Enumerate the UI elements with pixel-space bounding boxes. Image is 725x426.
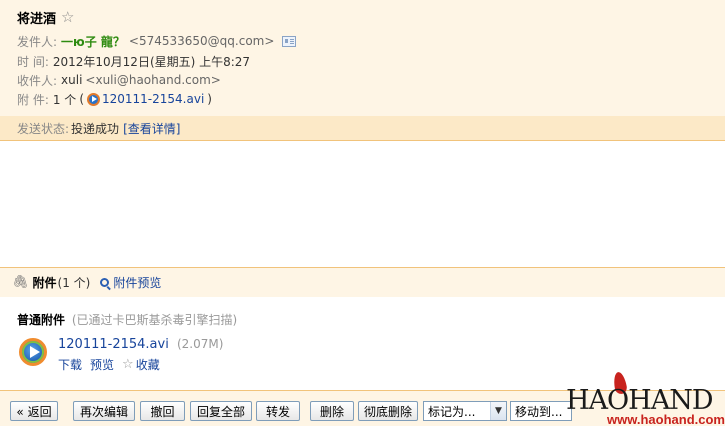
attachment-title: 附件: [32, 276, 57, 290]
section-scan-note: (已通过卡巴斯基杀毒引擎扫描): [71, 313, 238, 327]
status-label: 发送状态:: [17, 121, 70, 136]
reply-all-button[interactable]: 回复全部: [190, 401, 252, 421]
sender-email: <574533650@qq.com>: [128, 34, 275, 48]
paren-close: ): [207, 92, 212, 106]
sender-row: 发件人: 一ю子 龍？ <574533650@qq.com>: [17, 33, 297, 50]
time-row: 时 间: 2012年10月12日(星期五) 上午8:27: [17, 53, 250, 69]
mark-as-value: 标记为...: [428, 404, 476, 419]
file-actions: 下载 预览 ☆ 收藏: [58, 356, 168, 373]
recipient-email: <xuli@haohand.com>: [85, 73, 221, 87]
status-value: 投递成功: [71, 121, 120, 136]
back-button[interactable]: « 返回: [10, 401, 58, 421]
subject-row: 将进酒 ☆: [17, 8, 74, 27]
attachment-panel-body: 普通附件 (已通过卡巴斯基杀毒引擎扫描) 120111-2154.avi (2.…: [0, 297, 725, 390]
mail-header: 将进酒 ☆ 发件人: 一ю子 龍？ <574533650@qq.com> 时 间…: [0, 0, 725, 141]
move-to-select[interactable]: 移动到...: [510, 401, 572, 421]
time-value: 2012年10月12日(星期五) 上午8:27: [52, 54, 251, 69]
mark-as-select[interactable]: 标记为... ▼: [423, 401, 507, 421]
paperclip-icon: 🖇: [12, 275, 29, 290]
attachment-row: 附 件: 1 个 ( 120111-2154.avi ): [17, 91, 215, 107]
mail-subject: 将进酒: [17, 11, 57, 27]
time-label: 时 间:: [17, 54, 49, 69]
contact-card-icon[interactable]: [282, 35, 297, 47]
attachment-count: 1 个: [52, 92, 77, 107]
recipient-name: xuli: [61, 73, 83, 87]
reedit-button[interactable]: 再次编辑: [73, 401, 135, 421]
mail-toolbar: « 返回 再次编辑 撤回 回复全部 转发 删除 彻底删除 标记为... ▼ 移动…: [0, 390, 725, 426]
attachment-panel-header: 🖇 附件 (1 个) 附件预览: [0, 267, 725, 297]
file-name-link[interactable]: 120111-2154.avi: [58, 337, 169, 352]
forward-button[interactable]: 转发: [256, 401, 300, 421]
delete-button[interactable]: 删除: [310, 401, 354, 421]
attachment-title-count: (1 个): [57, 276, 91, 290]
delete-permanent-button[interactable]: 彻底删除: [358, 401, 418, 421]
delivery-status-bar: 发送状态: 投递成功 [查看详情]: [0, 116, 725, 140]
download-link[interactable]: 下载: [58, 356, 82, 373]
sender-name[interactable]: 一ю子 龍？: [61, 33, 125, 50]
paren-open: (: [79, 92, 84, 106]
preview-link[interactable]: 预览: [90, 356, 114, 373]
star-icon[interactable]: ☆: [61, 10, 74, 25]
media-player-icon: [87, 92, 100, 106]
chevron-down-icon: ▼: [490, 402, 506, 420]
recipient-label: 收件人:: [17, 73, 58, 88]
move-to-value: 移动到...: [515, 404, 563, 419]
status-details-link[interactable]: [查看详情]: [123, 120, 180, 137]
magnifier-icon: [100, 278, 110, 287]
sender-label: 发件人:: [17, 34, 58, 49]
recipient-row: 收件人: xuli <xuli@haohand.com>: [17, 72, 221, 88]
attachment-label: 附 件:: [17, 92, 49, 107]
attachment-preview-link[interactable]: 附件预览: [100, 274, 161, 291]
favorite-link[interactable]: 收藏: [136, 356, 160, 373]
section-title-main: 普通附件: [17, 313, 66, 327]
file-name-row: 120111-2154.avi (2.07M): [58, 337, 223, 352]
attachment-file-link[interactable]: 120111-2154.avi: [102, 92, 204, 106]
file-size: (2.07M): [176, 337, 224, 351]
video-file-icon[interactable]: [19, 338, 47, 366]
favorite-star-icon[interactable]: ☆: [122, 357, 134, 372]
recall-button[interactable]: 撤回: [140, 401, 185, 421]
attachment-preview-label: 附件预览: [113, 276, 162, 290]
attachment-section-title: 普通附件 (已通过卡巴斯基杀毒引擎扫描): [17, 311, 237, 328]
